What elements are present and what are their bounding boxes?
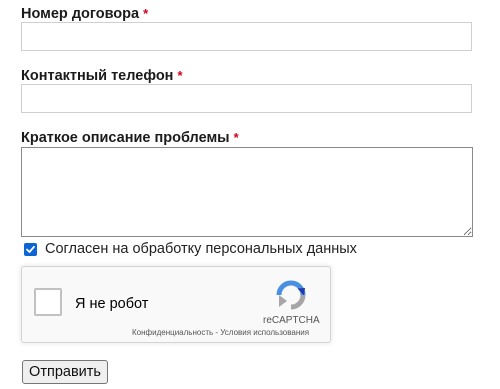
description-label-text: Краткое описание проблемы: [21, 130, 230, 146]
check-icon: [26, 245, 35, 253]
phone-input[interactable]: [21, 84, 472, 113]
recaptcha-label: Я не робот: [75, 296, 149, 312]
description-textarea[interactable]: [21, 147, 473, 237]
recaptcha-terms-links[interactable]: Конфиденциальность - Условия использован…: [132, 328, 309, 337]
description-label: Краткое описание проблемы *: [21, 130, 239, 146]
required-mark: *: [143, 6, 149, 21]
required-mark: *: [177, 68, 183, 83]
contract-number-label-text: Номер договора: [21, 6, 140, 22]
consent-label[interactable]: Согласен на обработку персональных данны…: [45, 241, 357, 257]
phone-label-text: Контактный телефон: [21, 68, 174, 84]
recaptcha-logo-icon: [276, 280, 306, 310]
consent-checkbox[interactable]: [24, 242, 37, 256]
contract-number-label: Номер договора *: [21, 6, 148, 22]
consent-row: Согласен на обработку персональных данны…: [24, 241, 357, 257]
recaptcha-checkbox[interactable]: [34, 288, 62, 316]
contract-number-input[interactable]: [21, 22, 472, 51]
recaptcha-brand: reCAPTCHA: [263, 315, 320, 326]
recaptcha-widget: Я не робот reCAPTCHA Конфиденциальность …: [21, 266, 331, 343]
required-mark: *: [233, 130, 239, 145]
submit-button[interactable]: Отправить: [22, 360, 108, 384]
phone-label: Контактный телефон *: [21, 68, 183, 84]
